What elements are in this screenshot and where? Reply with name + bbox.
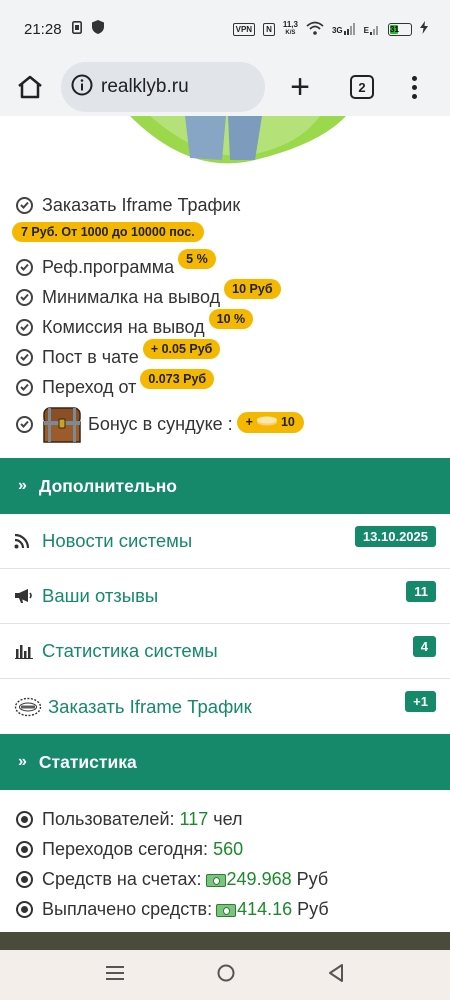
value-pill: 5 % <box>178 249 216 269</box>
link-order-iframe[interactable]: Заказать Iframe Трафик +1 <box>0 679 450 734</box>
bullet-dot-icon <box>16 810 33 828</box>
check-circle-icon <box>16 318 33 336</box>
url-text[interactable]: realklyb.ru <box>101 76 189 98</box>
bullet-dot-icon <box>16 870 33 888</box>
value-pill: 0.073 Руб <box>140 369 215 389</box>
section-header-additional: » Дополнительно <box>0 458 450 514</box>
stat-item-visits: Переходов сегодня: 560 <box>16 834 450 864</box>
date-badge: 13.10.2025 <box>354 526 436 547</box>
link-news[interactable]: Новости системы 13.10.2025 <box>0 514 450 569</box>
value-pill: + 0.05 Руб <box>142 339 221 359</box>
nfc-icon: N <box>263 22 275 36</box>
site-info-icon[interactable] <box>71 74 93 101</box>
money-icon <box>205 873 226 887</box>
count-badge: +1 <box>405 691 436 712</box>
feature-pill-row: 7 Руб. От 1000 до 10000 пос. <box>12 220 450 244</box>
circle-icon <box>217 964 235 981</box>
recent-apps-button[interactable] <box>105 964 125 987</box>
link-system-stats[interactable]: Статистика системы 4 <box>0 624 450 679</box>
megaphone-icon <box>14 588 36 604</box>
check-circle-icon <box>16 196 33 214</box>
home-nav-button[interactable] <box>216 963 236 988</box>
link-reviews[interactable]: Ваши отзывы 11 <box>0 569 450 624</box>
home-button[interactable] <box>15 72 45 102</box>
count-badge: 4 <box>412 636 436 657</box>
value-pill: 10 Руб <box>224 279 281 299</box>
feature-item: Минималка на вывод 10 Руб <box>16 279 450 312</box>
status-time: 21:28 <box>24 20 62 38</box>
stat-item-users: Пользователей: 117 чел <box>16 804 450 834</box>
check-circle-icon <box>16 415 33 433</box>
back-triangle-icon <box>328 963 343 982</box>
bullet-dot-icon <box>16 900 33 918</box>
status-bar: 21:28 VPN N 11,3 K/S 3G E 31 <box>0 0 450 58</box>
charging-icon <box>420 21 428 37</box>
menu-lines-icon <box>106 965 125 980</box>
tab-switcher-button[interactable]: 2 <box>350 75 374 99</box>
section-header-statistics: » Статистика <box>0 734 450 790</box>
signal-e-icon: E <box>364 23 380 35</box>
new-tab-button[interactable]: + <box>285 70 315 104</box>
stat-item-paid: Выплачено средств: 414.16 Руб <box>16 894 450 924</box>
statistics-list: Пользователей: 117 чел Переходов сегодня… <box>0 790 450 924</box>
net-speed: 11,3 K/S <box>282 20 298 37</box>
system-nav-bar <box>0 950 450 1000</box>
double-chevron-right-icon: » <box>18 753 27 770</box>
browser-toolbar: realklyb.ru + 2 <box>0 58 450 116</box>
price-pill: 7 Руб. От 1000 до 10000 пос. <box>12 222 204 242</box>
home-icon <box>18 75 42 99</box>
hero-illustration <box>0 116 450 186</box>
bonus-pill: + 10 <box>236 411 304 433</box>
feature-item: Бонус в сундуке : + 10 <box>16 402 450 446</box>
wifi-icon <box>306 21 324 38</box>
feature-item: Комиссия на вывод 10 % <box>16 309 450 342</box>
rss-icon <box>14 533 36 549</box>
back-button[interactable] <box>327 963 345 988</box>
signal-3g-icon: 3G <box>332 23 356 35</box>
sim-icon <box>71 20 82 38</box>
feature-list: Заказать Iframe Трафик 7 Руб. От 1000 до… <box>0 190 450 446</box>
footer-strip <box>0 932 450 950</box>
check-circle-icon <box>16 258 33 276</box>
vpn-icon: VPN <box>232 22 256 36</box>
rcl-logo-icon <box>14 697 42 717</box>
battery-icon: 31 <box>388 22 412 36</box>
value-pill: 10 % <box>208 309 254 329</box>
feature-item: Пост в чате + 0.05 Руб <box>16 339 450 372</box>
treasure-chest-icon <box>42 404 82 444</box>
page-content: Заказать Iframe Трафик 7 Руб. От 1000 до… <box>0 116 450 950</box>
bullet-dot-icon <box>16 840 33 858</box>
shield-icon <box>91 20 104 38</box>
feature-item: Реф.программа 5 % <box>16 249 450 282</box>
check-circle-icon <box>16 348 33 366</box>
address-bar[interactable]: realklyb.ru <box>61 62 265 112</box>
double-chevron-right-icon: » <box>18 477 27 494</box>
stat-item-balance: Средств на счетах: 249.968 Руб <box>16 864 450 894</box>
count-badge: 11 <box>406 581 436 602</box>
check-circle-icon <box>16 288 33 306</box>
bar-chart-icon <box>14 643 36 659</box>
coin-icon <box>256 415 278 430</box>
more-menu-button[interactable] <box>412 75 417 99</box>
money-icon <box>216 903 237 917</box>
feature-item: Заказать Iframe Трафик <box>16 190 450 220</box>
check-circle-icon <box>16 378 33 396</box>
feature-item: Переход от 0.073 Руб <box>16 369 450 402</box>
